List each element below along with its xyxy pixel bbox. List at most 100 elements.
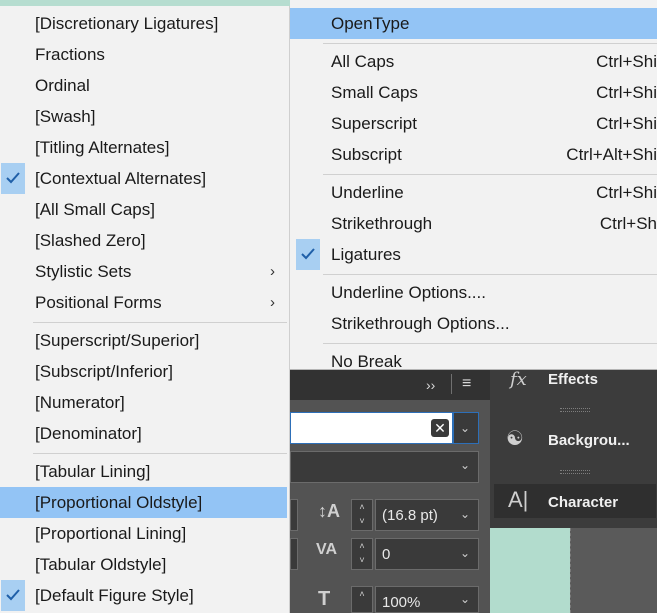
menu-separator [33,321,287,323]
menu-item-shortcut: Ctrl+Shi [596,52,657,71]
menu-item-label: Fractions [35,45,105,64]
menu-item-label: [Numerator] [35,393,125,412]
menu-item-proportional-lining[interactable]: [Proportional Lining] [0,518,287,549]
clear-x-icon[interactable]: ✕ [431,419,449,437]
menu-item-underline[interactable]: Underline Ctrl+Shi [290,177,657,208]
font-size-field[interactable] [290,499,298,531]
menu-item-shortcut: Ctrl+Alt+Shi [566,145,657,164]
tracking-icon: VA [316,541,338,558]
vertical-scale-icon: T [318,588,331,610]
menu-item-label: All Caps [331,52,395,71]
menu-item-label: Stylistic Sets [35,262,132,281]
menu-item-label: [Tabular Lining] [35,462,151,481]
hamburger-icon[interactable]: ≡ [462,376,471,392]
menu-item-slashed-zero[interactable]: [Slashed Zero] [0,225,287,256]
checkmark-icon [1,163,25,194]
font-search-field[interactable] [290,412,453,444]
menu-item-label: [All Small Caps] [35,200,155,219]
character-panel-item[interactable]: Character [548,494,618,511]
menu-item-titling-alternates[interactable]: [Titling Alternates] [0,132,287,163]
menu-item-label: Underline Options.... [331,283,486,302]
tracking-value: 0 [382,546,391,563]
chevron-right-icon: › [270,263,275,280]
menu-item-underline-options[interactable]: Underline Options.... [290,277,657,308]
menu-item-label: [Discretionary Ligatures] [35,14,219,33]
vertical-scale-stepper[interactable]: ˄ [351,586,373,613]
menu-item-label: [Titling Alternates] [35,138,170,157]
menu-item-proportional-oldstyle[interactable]: [Proportional Oldstyle] [0,487,287,518]
menu-separator [323,342,657,344]
kerning-field[interactable] [290,538,298,570]
leading-value: (16.8 pt) [382,507,438,524]
checkmark-icon [1,580,25,611]
menu-item-subscript[interactable]: Subscript Ctrl+Alt+Shi [290,139,657,170]
menu-item-label: No Break [331,352,402,371]
chevron-down-icon: ⌄ [460,507,471,521]
chevron-down-icon: ⌄ [460,546,471,560]
menu-item-ligatures[interactable]: Ligatures [290,239,657,270]
double-chevron-right-icon[interactable]: ›› [426,378,435,392]
menu-item-shortcut: Ctrl+Shi [596,114,657,133]
menu-item-shortcut: Ctrl+Shi [596,183,657,202]
menu-item-label: Positional Forms [35,293,162,312]
chevron-down-icon: ⌄ [460,421,471,435]
menu-item-small-caps[interactable]: Small Caps Ctrl+Shi [290,77,657,108]
chevron-right-icon: › [270,294,275,311]
font-style-field[interactable] [290,451,479,483]
menu-item-default-figure-style[interactable]: [Default Figure Style] [0,580,287,611]
tracking-stepper[interactable]: ˄ ˅ [351,538,373,570]
menu-item-all-small-caps[interactable]: [All Small Caps] [0,194,287,225]
menu-item-opentype[interactable]: OpenType [290,8,657,39]
menu-item-label: [Contextual Alternates] [35,169,207,188]
menu-separator [323,273,657,275]
menu-item-discretionary-ligatures[interactable]: [Discretionary Ligatures] [0,8,287,39]
menu-item-label: [Tabular Oldstyle] [35,555,167,574]
menu-item-label: Strikethrough [331,214,433,233]
menu-item-label: Subscript [331,145,402,164]
type-context-menu: OpenType All Caps Ctrl+Shi Small Caps Ctrl+S… [290,0,657,371]
menu-item-label: Strikethrough Options... [331,314,510,333]
menu-item-tabular-lining[interactable]: [Tabular Lining] [0,456,287,487]
menu-item-swash[interactable]: [Swash] [0,101,287,132]
menu-separator [323,42,657,44]
menu-item-label: OpenType [331,14,410,33]
menu-item-denominator[interactable]: [Denominator] [0,418,287,449]
menu-item-subscript-inferior[interactable]: [Subscript/Inferior] [0,356,287,387]
panel-grip[interactable] [560,470,590,474]
menu-item-no-break[interactable]: No Break [290,346,657,377]
leading-icon: ↕A [318,501,340,521]
menu-item-contextual-alternates[interactable]: [Contextual Alternates] [0,163,287,194]
swatch-side [570,528,657,613]
leading-stepper[interactable]: ˄ ˅ [351,499,373,531]
menu-item-label: Ligatures [331,245,401,264]
menu-item-stylistic-sets[interactable]: Stylistic Sets › [0,256,287,287]
menu-item-label: [Default Figure Style] [35,586,194,605]
menu-item-fractions[interactable]: Fractions [0,39,287,70]
menu-item-shortcut: Ctrl+Shi [596,83,657,102]
menu-item-strikethrough-options[interactable]: Strikethrough Options... [290,308,657,339]
color-swatch [490,528,570,613]
menu-item-shortcut: Ctrl+Sh [599,214,657,233]
panel-grip[interactable] [560,408,590,412]
menu-separator [33,452,287,454]
menu-item-strikethrough[interactable]: Strikethrough Ctrl+Sh [290,208,657,239]
menu-item-label: [Proportional Lining] [35,524,187,543]
dotted-circle-icon: ☯ [506,428,524,450]
menu-item-all-caps[interactable]: All Caps Ctrl+Shi [290,46,657,77]
vertical-scale-value: 100% [382,594,421,611]
menu-item-ordinal[interactable]: Ordinal [0,70,287,101]
menu-item-label: Superscript [331,114,417,133]
menu-item-label: [Superscript/Superior] [35,331,200,350]
menu-item-superscript[interactable]: Superscript Ctrl+Shi [290,108,657,139]
chevron-down-icon: ⌄ [460,592,471,606]
menu-item-positional-forms[interactable]: Positional Forms › [0,287,287,318]
header-divider [451,374,452,394]
menu-item-superscript-superior[interactable]: [Superscript/Superior] [0,325,287,356]
menu-item-tabular-oldstyle[interactable]: [Tabular Oldstyle] [0,549,287,580]
menu-item-label: Ordinal [35,76,90,95]
menu-separator [323,173,657,175]
checkmark-icon [296,239,320,270]
menu-item-numerator[interactable]: [Numerator] [0,387,287,418]
character-a-icon: A| [508,487,529,512]
background-panel-item[interactable]: Backgrou... [548,432,630,449]
